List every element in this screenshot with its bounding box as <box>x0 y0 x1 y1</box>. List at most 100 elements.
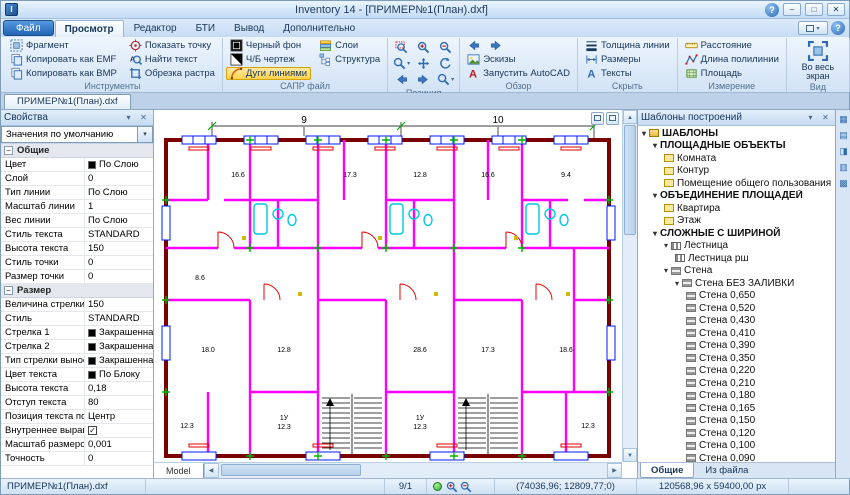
structure-button[interactable]: Структура <box>315 53 384 66</box>
collapse-icon[interactable]: − <box>4 146 13 155</box>
vertical-scrollbar[interactable]: ▲ ▼ <box>622 110 637 462</box>
back-button[interactable] <box>463 39 484 52</box>
close-button[interactable]: ✕ <box>827 3 845 16</box>
tree-item[interactable]: Стена 0,165 <box>638 402 835 415</box>
tree-item[interactable]: Стена 0,650 <box>638 290 835 303</box>
view-next-button[interactable] <box>413 72 434 87</box>
property-value[interactable]: 150 <box>85 298 153 311</box>
arcs-as-lines-button[interactable]: Дуги линиями <box>225 67 312 80</box>
file-menu-button[interactable]: Файл <box>3 20 54 36</box>
property-row[interactable]: Масштаб линии 1 <box>1 200 153 214</box>
tab-output[interactable]: Вывод <box>225 20 273 37</box>
strip-list-icon[interactable]: ▤ <box>838 129 850 141</box>
drawing-canvas[interactable]: 9 10 16.6 17.3 12.8 16.6 9.4 8.6 18.0 12.8 28.6 17.… <box>154 110 638 478</box>
tree-item[interactable]: ▾ ОБЪЕДИНЕНИЕ ПЛОЩАДЕЙ <box>638 190 835 203</box>
tab-from-file[interactable]: Из файла <box>695 463 758 478</box>
tree-item[interactable]: Помещение общего пользования <box>638 177 835 190</box>
expand-arrow-icon[interactable]: ▾ <box>664 241 668 250</box>
zoom-extents-button[interactable]: ▾ <box>391 56 412 71</box>
line-thickness-button[interactable]: Толщина линии <box>581 39 674 52</box>
property-row[interactable]: Позиция текста по Центр <box>1 410 153 424</box>
run-autocad-button[interactable]: Запустить AutoCAD <box>463 67 574 80</box>
vertical-scroll-thumb[interactable] <box>624 125 636 235</box>
strip-hatch-icon[interactable]: ▩ <box>838 177 850 189</box>
tree-item[interactable]: Стена 0,210 <box>638 377 835 390</box>
property-value[interactable]: По Слою <box>85 186 153 199</box>
panel-close-icon[interactable]: ✕ <box>819 112 832 124</box>
property-row[interactable]: Масштаб размеров 0,001 <box>1 438 153 452</box>
property-value[interactable]: Закрашенная зам <box>85 326 153 339</box>
property-value[interactable]: 0 <box>85 256 153 269</box>
tree-item[interactable]: Стена 0,220 <box>638 365 835 378</box>
property-value[interactable]: 0,18 <box>85 382 153 395</box>
tree-item[interactable]: Стена 0,090 <box>638 452 835 462</box>
tree-item[interactable]: ▾ Лестница <box>638 240 835 253</box>
expand-arrow-icon[interactable]: ▾ <box>675 279 679 288</box>
expand-arrow-icon[interactable]: ▾ <box>664 266 668 275</box>
tree-item[interactable]: Стена 0,390 <box>638 340 835 353</box>
collapse-icon[interactable]: − <box>4 286 13 295</box>
canvas-options-button[interactable] <box>606 112 619 125</box>
property-value[interactable]: 1 <box>85 200 153 213</box>
maximize-button[interactable]: □ <box>805 3 823 16</box>
fragment-button[interactable]: Фрагмент <box>6 39 121 52</box>
property-value[interactable]: STANDARD <box>85 228 153 241</box>
property-row[interactable]: Размер точки 0 <box>1 270 153 284</box>
zoom-out-icon[interactable] <box>460 481 472 493</box>
tree-item[interactable]: Стена 0,350 <box>638 352 835 365</box>
property-row[interactable]: Стрелка 2 Закрашенная зам <box>1 340 153 354</box>
forward-button[interactable] <box>486 39 507 52</box>
distance-button[interactable]: Расстояние <box>681 39 783 52</box>
property-value[interactable]: Центр <box>85 410 153 423</box>
property-row[interactable]: Высота текста 150 <box>1 242 153 256</box>
strip-rows-icon[interactable]: ▥ <box>838 161 850 173</box>
property-value[interactable]: Закрашенная зам <box>85 340 153 353</box>
property-row[interactable]: Слой 0 <box>1 172 153 186</box>
horizontal-scrollbar[interactable]: ◀ ▶ <box>203 463 622 478</box>
property-value[interactable]: 0 <box>85 172 153 185</box>
fullscreen-button[interactable]: Во весь экран <box>790 39 846 81</box>
refresh-view-button[interactable] <box>435 56 456 71</box>
tab-common[interactable]: Общие <box>640 463 695 478</box>
property-row[interactable]: Стиль точки 0 <box>1 256 153 270</box>
property-value[interactable]: 150 <box>85 242 153 255</box>
property-value[interactable]: ✓ <box>85 424 153 437</box>
polyline-length-button[interactable]: Длина полилинии <box>681 53 783 66</box>
tree-item[interactable]: Стена 0,520 <box>638 302 835 315</box>
copy-emf-button[interactable]: Копировать как EMF <box>6 53 121 66</box>
area-button[interactable]: Площадь <box>681 67 783 80</box>
floor-plan[interactable]: 9 10 16.6 17.3 12.8 16.6 9.4 8.6 18.0 12.8 28.6 17.… <box>154 110 623 464</box>
property-row[interactable]: Тип стрелки выноски Закрашенная зам <box>1 354 153 368</box>
property-row[interactable]: Цвет текста По Блоку <box>1 368 153 382</box>
tree-item[interactable]: Стена 0,100 <box>638 440 835 453</box>
expand-arrow-icon[interactable]: ▾ <box>642 129 646 138</box>
property-value[interactable]: 0 <box>85 270 153 283</box>
property-row[interactable]: Внутреннее выравнивание✓ <box>1 424 153 438</box>
zoom-in-button[interactable] <box>413 40 434 55</box>
property-group-row[interactable]: − Размер <box>1 284 153 298</box>
view-previous-button[interactable] <box>391 72 412 87</box>
layers-button[interactable]: Слои <box>315 39 384 52</box>
zoom-in-icon[interactable] <box>446 481 458 493</box>
canvas-layout-button[interactable] <box>591 112 604 125</box>
property-row[interactable]: Величина стрелки 150 <box>1 298 153 312</box>
property-row[interactable]: Точность 0 <box>1 452 153 466</box>
property-value[interactable]: Закрашенная зам <box>85 354 153 367</box>
property-row[interactable]: Отступ текста 80 <box>1 396 153 410</box>
skin-select-button[interactable]: ▾ <box>798 21 828 35</box>
black-background-button[interactable]: Черный фон <box>226 39 311 52</box>
property-row[interactable]: Стиль STANDARD <box>1 312 153 326</box>
strip-grid-icon[interactable]: ▦ <box>838 113 850 125</box>
tree-item[interactable]: Стена 0,410 <box>638 327 835 340</box>
property-value[interactable]: По Слою <box>85 158 153 171</box>
property-row[interactable]: Тип линии По Слою <box>1 186 153 200</box>
pan-button[interactable] <box>413 56 434 71</box>
sketches-button[interactable]: Эскизы <box>463 53 574 66</box>
tree-item[interactable]: Лестница рш <box>638 252 835 265</box>
expand-arrow-icon[interactable]: ▾ <box>653 141 657 150</box>
expand-arrow-icon[interactable]: ▾ <box>653 229 657 238</box>
tree-item[interactable]: Контур <box>638 165 835 178</box>
tree-item[interactable]: Квартира <box>638 202 835 215</box>
zoom-window-button[interactable] <box>391 40 412 55</box>
property-row[interactable]: Стиль текста STANDARD <box>1 228 153 242</box>
